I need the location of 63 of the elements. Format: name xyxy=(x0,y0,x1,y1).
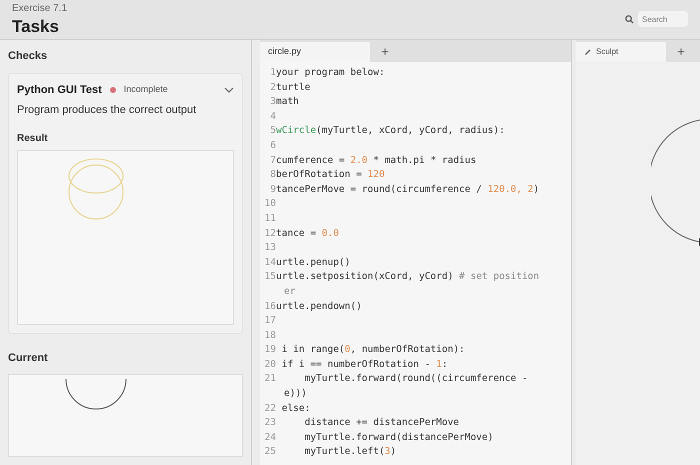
page-title: Tasks xyxy=(12,16,60,38)
line-number: 9 xyxy=(269,182,276,197)
line-number: 18 xyxy=(264,328,276,343)
result-label: Result xyxy=(17,132,49,146)
line-number: 12 xyxy=(264,226,276,241)
code-line: tance = 0.0 xyxy=(276,226,339,241)
line-number: 22 xyxy=(264,402,276,416)
add-tab-button[interactable]: + xyxy=(370,42,400,62)
current-label: Current xyxy=(8,350,49,366)
code-line: urtle.penup() xyxy=(276,256,350,270)
line-number: 25 xyxy=(264,445,276,460)
line-number: 10 xyxy=(264,197,276,212)
chevron-icon[interactable] xyxy=(224,86,234,93)
code-line: wCircle(myTurtle, xCord, yCord, radius): xyxy=(276,124,505,138)
code-line: e))) xyxy=(284,387,307,402)
line-number: 13 xyxy=(264,241,276,256)
check-description: Program produces the correct output xyxy=(17,103,198,118)
line-number: 23 xyxy=(264,416,276,430)
status-text: Incomplete xyxy=(124,83,168,96)
line-number: 16 xyxy=(264,300,276,314)
code-line: your program below: xyxy=(276,66,385,80)
code-line: cumference = 2.0 * math.pi * radius xyxy=(276,154,476,168)
line-number: 19 xyxy=(264,343,276,358)
code-line: distance += distancePerMove xyxy=(304,416,460,430)
code-line: else: xyxy=(280,402,310,416)
line-number: 1 xyxy=(269,66,276,80)
code-line: i in range(0, numberOfRotation): xyxy=(280,343,465,358)
checks-label: Checks xyxy=(8,49,48,64)
line-number: 7 xyxy=(269,154,276,168)
line-number: 2 xyxy=(269,80,276,95)
line-number: 21 xyxy=(264,372,276,386)
code-line: if i == numberOfRotation - 1: xyxy=(280,358,448,372)
tab-label: Sculpt xyxy=(596,46,618,58)
code-line: urtle.pendown() xyxy=(276,300,362,314)
breadcrumb: Exercise 7.1 xyxy=(12,3,68,15)
code-line: myTurtle.left(3) xyxy=(304,445,396,460)
line-number: 4 xyxy=(269,110,276,124)
line-number: 24 xyxy=(264,430,276,445)
line-number: 11 xyxy=(264,212,276,226)
code-line: tancePerMove = round(circumference / 120.0, 2) xyxy=(276,182,540,197)
code-line: berOfRotation = 120 xyxy=(276,168,385,182)
line-number: 8 xyxy=(269,168,276,182)
pencil-icon xyxy=(584,48,592,56)
file-tab[interactable]: circle.py xyxy=(260,42,370,62)
search-field[interactable]: Search xyxy=(638,11,688,27)
code-line: turtle xyxy=(276,80,310,95)
line-number: 5 xyxy=(269,124,276,138)
line-number: 17 xyxy=(264,314,276,328)
code-line: math xyxy=(276,95,299,110)
code-line: myTurtle.forward(round((circumference - xyxy=(304,372,528,386)
line-number: 3 xyxy=(269,95,276,110)
output-tab[interactable]: Sculpt xyxy=(576,42,666,62)
line-number: 20 xyxy=(264,358,276,372)
code-line: er xyxy=(284,284,296,299)
line-number: 6 xyxy=(269,138,276,153)
code-line: urtle.setposition(xCord, yCord) # set position xyxy=(276,270,540,284)
check-name: Python GUI Test xyxy=(17,82,102,98)
add-tab-button[interactable]: + xyxy=(666,42,696,62)
line-number: 14 xyxy=(264,256,276,270)
line-number: 15 xyxy=(264,270,276,284)
check-card[interactable]: Python GUI Test Incomplete Program produces the correct output Result xyxy=(8,72,243,334)
code-line: myTurtle.forward(distancePerMove) xyxy=(304,430,494,445)
search-icon xyxy=(625,14,634,24)
